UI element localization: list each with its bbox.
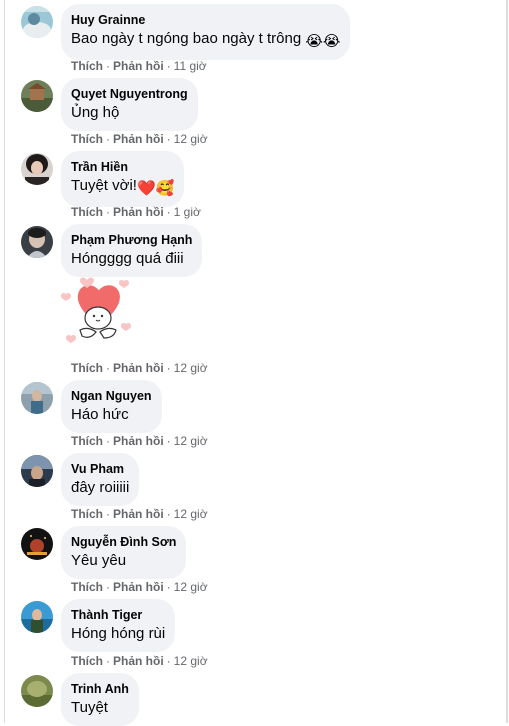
like-button[interactable]: Thích [71,361,103,375]
comment-bubble: Trần Hiền Tuyệt vời!❤️🥰 [61,151,185,207]
comment-actions: Thích · Phản hồi · 11 giờ [71,59,207,73]
comment-time[interactable]: 12 giờ [174,507,208,521]
comment-text: Hóngggg quá điii [71,250,184,267]
comment-text: Hóng hóng rùi [71,625,166,642]
comment-bubble: Thành Tiger Hóng hóng rùi [61,599,176,652]
heart-hug-sticker[interactable] [58,274,138,350]
comment-bubble: Huy Grainne Bao ngày t ngóng bao ngày t … [61,4,351,60]
panel-left-border [4,0,5,723]
comment-text: Yêu yêu [71,552,127,569]
reply-button[interactable]: Phản hồi [113,580,164,594]
avatar[interactable] [21,6,53,38]
reply-button[interactable]: Phản hồi [113,507,164,521]
reply-button[interactable]: Phản hồi [113,132,164,146]
comment-text: Ủng hộ [71,104,120,121]
comment-time[interactable]: 12 giờ [174,361,208,375]
like-button[interactable]: Thích [71,434,103,448]
comment-author[interactable]: Vu Pham [71,461,129,477]
comment-author[interactable]: Trinh Anh [71,681,129,697]
comment-bubble: Ngan Nguyen Háo hức [61,380,162,433]
comment-author[interactable]: Quyet Nguyentrong [71,86,188,102]
comment-actions: Thích · Phản hồi · 12 giờ [71,132,208,146]
reply-button[interactable]: Phản hồi [113,59,164,73]
reply-button[interactable]: Phản hồi [113,205,164,219]
comment-bubble: Vu Pham đây roiiiii [61,453,140,506]
comment-author[interactable]: Huy Grainne [71,12,340,28]
like-button[interactable]: Thích [71,205,103,219]
reply-button[interactable]: Phản hồi [113,654,164,668]
comment-bubble: Quyet Nguyentrong Ủng hộ [61,78,198,131]
comment-text: Tuyệt [71,699,108,716]
comment-time[interactable]: 1 giờ [174,205,201,219]
comment-actions: Thích · Phản hồi · 12 giờ [71,654,208,668]
comment-time[interactable]: 12 giờ [174,434,208,448]
like-button[interactable]: Thích [71,59,103,73]
comment-author[interactable]: Ngan Nguyen [71,388,152,404]
comment-text: Háo hức [71,406,129,423]
like-button[interactable]: Thích [71,580,103,594]
like-button[interactable]: Thích [71,507,103,521]
avatar[interactable] [21,80,53,112]
avatar[interactable] [21,455,53,487]
comment-time[interactable]: 12 giờ [174,132,208,146]
crying-emoji-icon: 😭😭 [305,33,341,50]
avatar[interactable] [21,528,53,560]
avatar[interactable] [21,382,53,414]
comment-text: đây roiiiii [71,479,130,496]
comment-text: Tuyệt vời! [71,177,137,194]
comment-time[interactable]: 12 giờ [174,654,208,668]
avatar[interactable] [21,675,53,707]
reply-button[interactable]: Phản hồi [113,361,164,375]
comment-text: Bao ngày t ngóng bao ngày t trông [71,30,302,47]
avatar[interactable] [21,601,53,633]
reply-button[interactable]: Phản hồi [113,434,164,448]
comment-actions: Thích · Phản hồi · 1 giờ [71,205,201,219]
comment-time[interactable]: 12 giờ [174,580,208,594]
comment-time[interactable]: 11 giờ [174,59,207,73]
comment-bubble: Phạm Phương Hạnh Hóngggg quá điii [61,224,203,277]
comment-actions: Thích · Phản hồi · 12 giờ [71,507,208,521]
comment-author[interactable]: Trần Hiền [71,159,174,175]
comment-bubble: Nguyễn Đình Sơn Yêu yêu [61,526,187,579]
comment-actions: Thích · Phản hồi · 12 giờ [71,434,208,448]
avatar[interactable] [21,226,53,258]
heart-face-emoji-icon: ❤️🥰 [136,180,175,197]
comment-author[interactable]: Thành Tiger [71,607,165,623]
comment-actions: Thích · Phản hồi · 12 giờ [71,361,208,375]
scrollbar[interactable] [506,0,508,723]
like-button[interactable]: Thích [71,654,103,668]
avatar[interactable] [21,153,53,185]
comment-actions: Thích · Phản hồi · 12 giờ [71,580,208,594]
comment-author[interactable]: Phạm Phương Hạnh [71,232,192,248]
comment-bubble: Trinh Anh Tuyệt [61,673,139,726]
comment-author[interactable]: Nguyễn Đình Sơn [71,534,176,550]
like-button[interactable]: Thích [71,132,103,146]
